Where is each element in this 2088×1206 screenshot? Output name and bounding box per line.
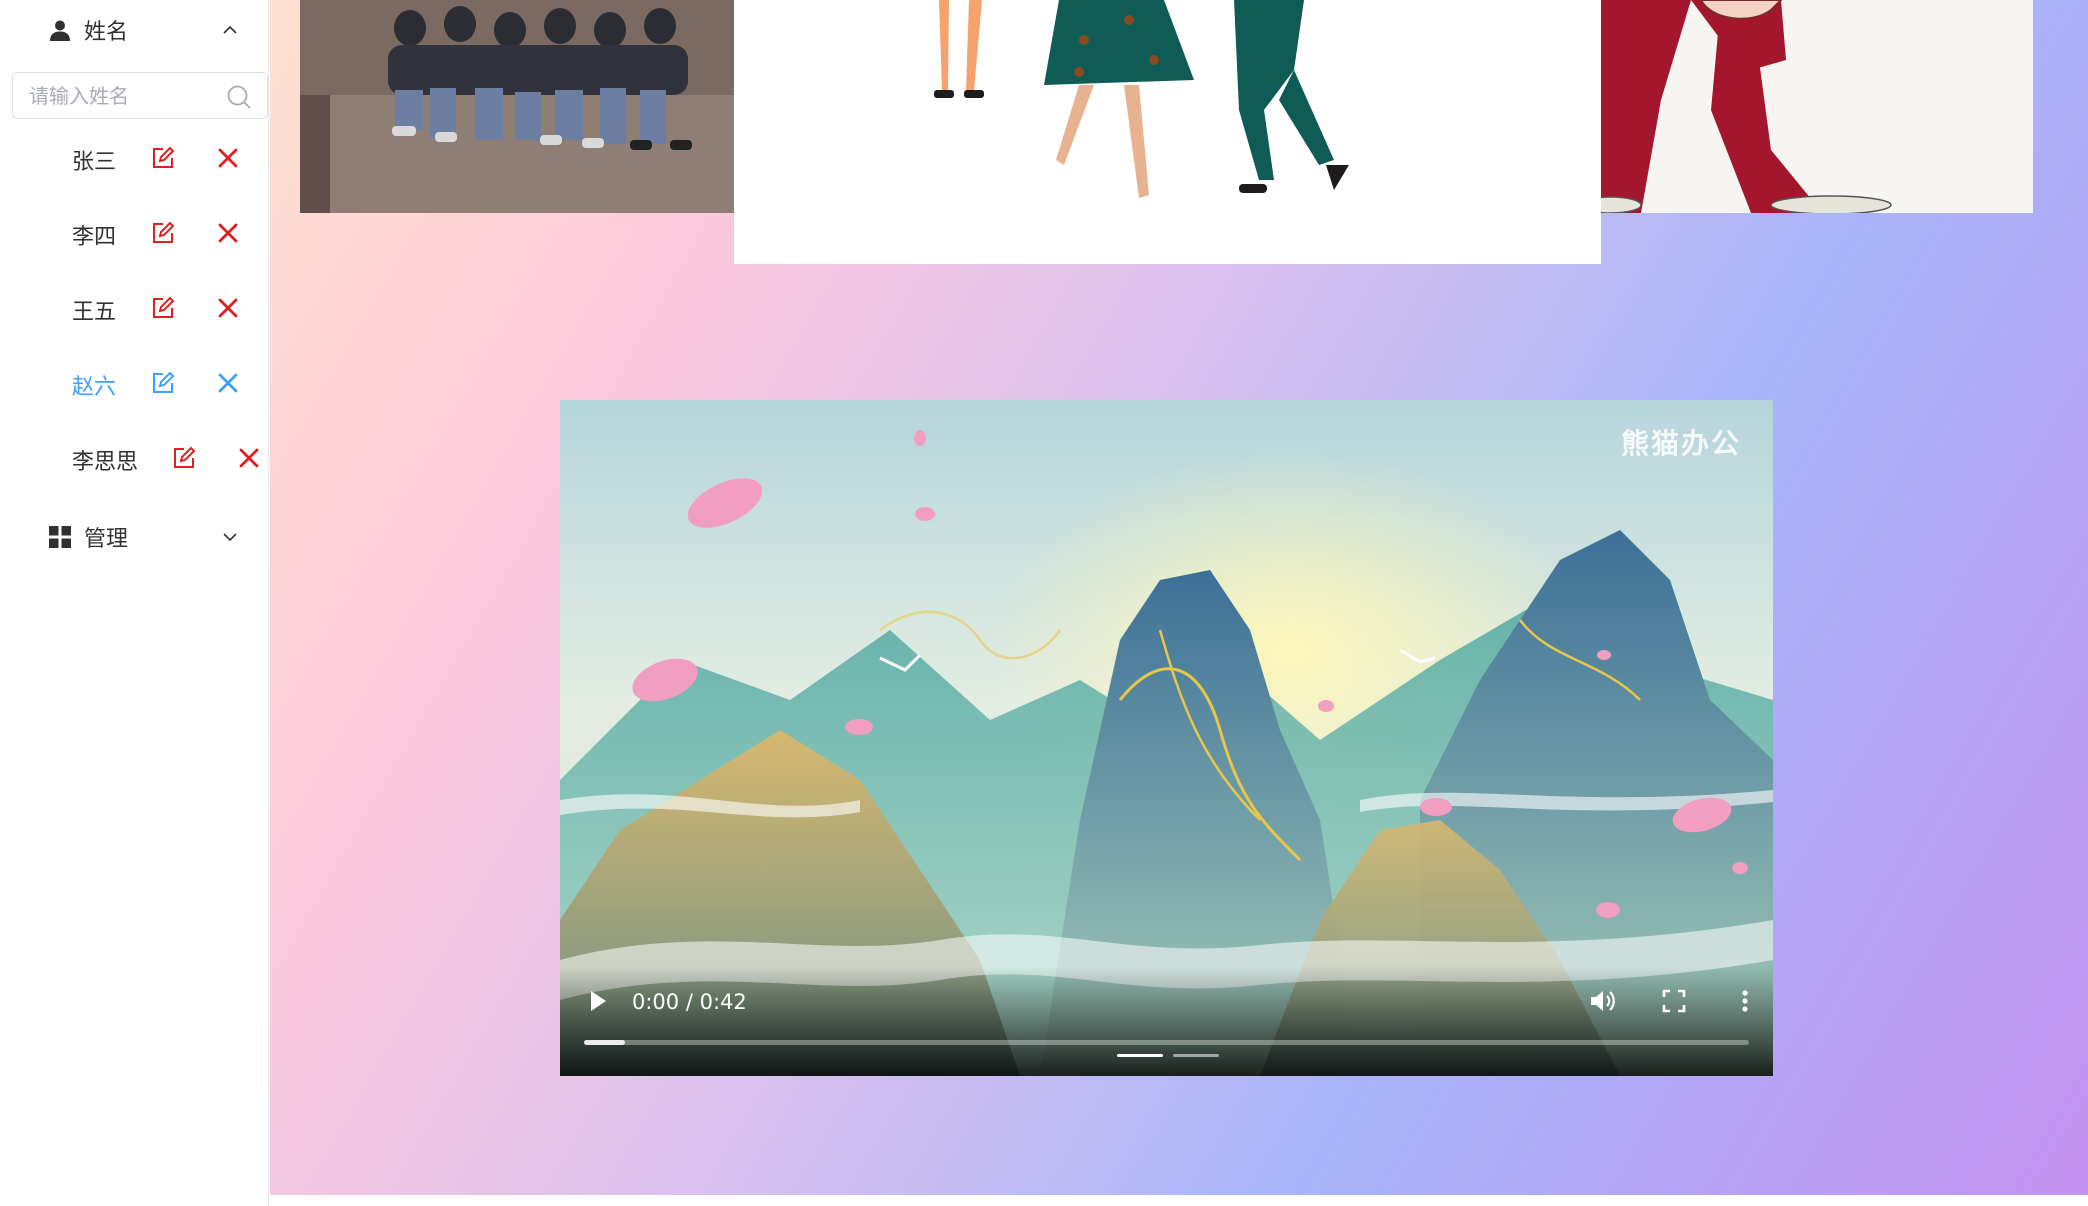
video-progress-bar[interactable]: [584, 1040, 1749, 1045]
name-label: 张三: [72, 150, 117, 175]
name-item-zhaoliu[interactable]: 赵六: [0, 353, 268, 413]
user-icon: [50, 20, 70, 41]
name-menu-header[interactable]: 姓名: [0, 0, 268, 60]
manage-menu-label: 管理: [84, 527, 129, 552]
name-item-lisi[interactable]: 李四: [0, 203, 268, 263]
sidebar: 姓名 张三 李四 王五: [0, 0, 269, 1206]
dancers-illustration: [734, 0, 1601, 264]
name-menu-label: 姓名: [84, 20, 129, 45]
close-icon[interactable]: [216, 371, 240, 395]
video-watermark: 熊猫办公: [1620, 427, 1741, 460]
name-label: 赵六: [72, 375, 117, 400]
edit-icon[interactable]: [150, 145, 176, 171]
close-icon[interactable]: [216, 221, 240, 245]
more-options-icon[interactable]: [1730, 986, 1760, 1016]
play-icon[interactable]: [582, 986, 612, 1016]
main-content: 熊猫办公 0:00 / 0:42: [270, 0, 2088, 1195]
carousel-indicator[interactable]: [1173, 1054, 1219, 1057]
controls-overlay: [560, 966, 1773, 1076]
edit-icon[interactable]: [150, 295, 176, 321]
fullscreen-icon[interactable]: [1659, 986, 1689, 1016]
close-icon[interactable]: [237, 446, 261, 470]
video-buffer-fill: [584, 1040, 625, 1045]
carousel-indicator-active[interactable]: [1117, 1054, 1163, 1057]
name-item-wangwu[interactable]: 王五: [0, 278, 268, 338]
video-time-readout: 0:00 / 0:42: [632, 990, 747, 1014]
volume-icon[interactable]: [1587, 986, 1617, 1016]
manage-menu-header[interactable]: 管理: [0, 507, 268, 567]
name-search-input[interactable]: [13, 73, 229, 118]
video-player[interactable]: 熊猫办公 0:00 / 0:42: [560, 400, 1773, 1076]
chevron-down-icon: [223, 533, 237, 542]
name-item-lisisi[interactable]: 李思思: [0, 428, 268, 488]
name-item-zhangsan[interactable]: 张三: [0, 128, 268, 188]
page-bottom-edge: [270, 1195, 2088, 1206]
edit-icon[interactable]: [171, 445, 197, 471]
grid-icon: [49, 526, 71, 548]
close-icon[interactable]: [216, 146, 240, 170]
name-search-box: [12, 72, 268, 119]
edit-icon[interactable]: [150, 220, 176, 246]
edit-icon[interactable]: [150, 370, 176, 396]
students-photo: [300, 0, 734, 213]
chevron-up-icon: [223, 25, 237, 34]
name-label: 王五: [72, 300, 117, 325]
search-icon[interactable]: [226, 84, 252, 110]
cartoon-photo: [1601, 0, 2033, 213]
name-label: 李思思: [72, 450, 139, 475]
close-icon[interactable]: [216, 296, 240, 320]
name-label: 李四: [72, 225, 117, 250]
